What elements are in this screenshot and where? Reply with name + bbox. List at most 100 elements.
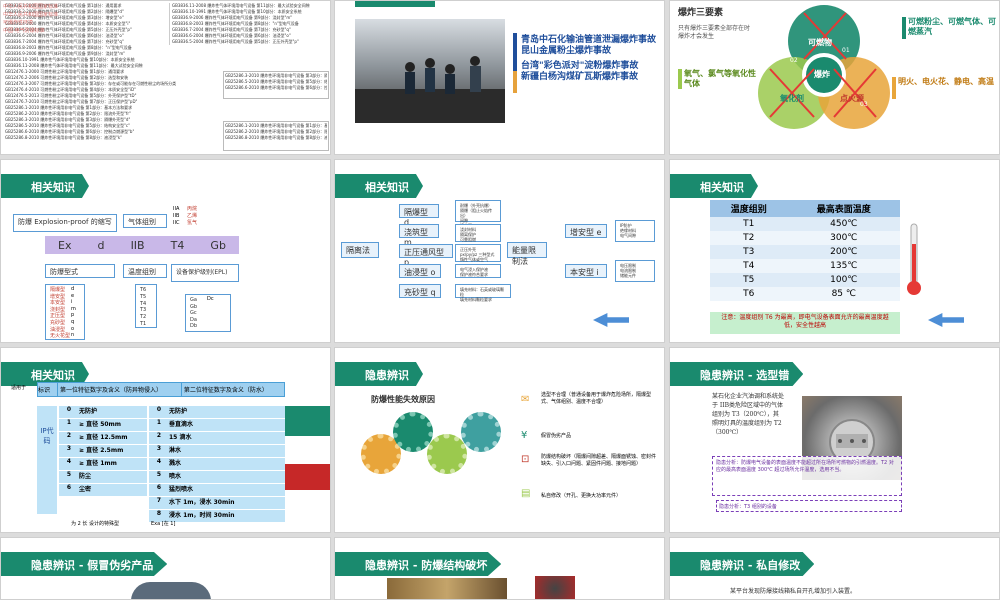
section-tag: 相关知识 xyxy=(670,174,758,198)
type-m: 浇筑型 m xyxy=(399,224,439,247)
stamp-line: 中华人民共和国国家标准 xyxy=(3,12,59,18)
slide-accidents[interactable]: 青岛中石化输油管道泄漏爆炸事故 昆山金属粉尘爆炸事故 台湾"彩色派对"淀粉爆炸事… xyxy=(334,0,665,155)
table-row: 6 尘密 xyxy=(59,484,147,496)
header-code: 标识 xyxy=(37,382,58,397)
type-code: d xyxy=(71,286,75,292)
slide-failure-causes[interactable]: 隐患辨识 防爆性能失效原因 ✉ 选型不合理（普通设备用于爆炸危险场所，隔爆型式、… xyxy=(334,347,665,533)
section-tag: 隐患辨识 - 防爆结构破坏 xyxy=(335,552,502,576)
energy-limit-method: 能量限制法 xyxy=(507,242,547,266)
section-tag: 相关知识 xyxy=(1,174,89,198)
slide-ip-code[interactable]: 相关知识 适用于 标识 第一位特征数字及含义（防异物侵入） 第二位特征数字及含义… xyxy=(0,347,331,533)
cell: T3 xyxy=(743,247,755,257)
cell: 2 xyxy=(66,432,72,439)
back-arrow-icon[interactable] xyxy=(928,313,964,327)
table-row: T6 85 ℃ xyxy=(710,287,900,301)
type-code: q xyxy=(71,318,75,325)
slide-temperature-class[interactable]: 相关知识 温度组别 最高表面温度 T1 450℃ T2 300℃ T3 200℃ T4… xyxy=(669,159,1000,343)
hazard-analysis-extra: 隐患分析：T3 组别的设备 xyxy=(716,500,902,512)
section-tag: 隐患辨识 xyxy=(335,362,423,386)
q-notes: 填充材料：石英或玻璃颗粒 填充材料颗粒要求 xyxy=(455,284,511,302)
solid-column: 0 无防护 1 ≥ 直径 50mm 2 ≥ 直径 12.5mm 3 ≥ 直径 2.5mm… xyxy=(59,406,147,497)
hazard-analysis: 隐患分析：防爆电气设备的表面温度不能超过所在场所可燃物的引燃温度。T2 对应的最… xyxy=(712,456,902,496)
slide-private-modification[interactable]: 隐患辨识 - 私自修改 某平台发现防爆接线箱私自开孔增加引入装置。 xyxy=(669,537,1000,600)
type-title: 防爆型式 xyxy=(45,264,115,278)
type-code: o xyxy=(71,325,75,332)
header-solid: 第一位特征数字及含义（防异物侵入） xyxy=(57,382,182,397)
standards-stamp: 中华人民共和国国家标准 中华人民共和国国家标准 可爆炸性环境 中国·电气防爆标准 xyxy=(3,3,58,35)
table-row: T2 300℃ xyxy=(710,231,900,245)
table-header: 温度组别 最高表面温度 xyxy=(710,200,900,217)
marking-type: d xyxy=(97,238,105,252)
back-arrow-icon[interactable] xyxy=(593,313,629,327)
slide-structure-damage[interactable]: 隐患辨识 - 防爆结构破坏 xyxy=(334,537,665,600)
temp-item: T6 xyxy=(140,287,147,293)
oxidizer-label: 氧化剂 xyxy=(780,94,804,103)
cell: 水下 1m，浸水 30min xyxy=(169,499,235,506)
accent-bar xyxy=(902,17,906,39)
slide-marking[interactable]: 相关知识 防爆 Explosion-proof 的缩写 气体组别 IIA IIB… xyxy=(0,159,331,343)
temp-item: T3 xyxy=(140,307,147,314)
standard-line: GB25286.6-2010 爆炸性环境用非电气设备 第6部分：控制点燃源型"b… xyxy=(225,85,327,90)
cell: 1 xyxy=(66,419,72,426)
cell: 1 xyxy=(156,419,162,426)
note: 填充材料：石英或玻璃颗粒 xyxy=(460,287,504,297)
o-notes: 电气浸入保护液 保护液符合要求 xyxy=(455,264,501,278)
note: 填充材料颗粒要求 xyxy=(460,297,492,302)
marking-epl: Gb xyxy=(210,238,226,252)
table-row: 0 无防护 xyxy=(149,406,285,418)
type-q: 充砂型 q xyxy=(399,284,441,298)
epl-item: Dc xyxy=(207,296,214,302)
table-row: 5 喷水 xyxy=(149,471,285,483)
cell: 300℃ xyxy=(830,233,858,243)
cell: 85 ℃ xyxy=(831,289,856,299)
slide-counterfeit[interactable]: 隐患辨识 - 假冒伪劣产品 xyxy=(0,537,331,600)
note: 可靠阻燃 xyxy=(460,237,476,242)
accent-bar xyxy=(513,71,517,93)
table-row: 7 水下 1m，浸水 30min xyxy=(149,497,285,509)
table-row: T4 135℃ xyxy=(710,259,900,273)
envelope-icon: ✉ xyxy=(521,394,530,405)
ip-label: IP代码 xyxy=(37,406,57,514)
cell: ≥ 直径 50mm xyxy=(79,421,122,428)
cell: 防尘 xyxy=(79,473,92,480)
slide-three-elements[interactable]: 爆炸三要素 只有爆炸三要素全部存在时爆炸才会发生 可燃物 爆炸 氧化剂 点火源 … xyxy=(669,0,1000,155)
slide-wrong-selection[interactable]: 隐患辨识 - 选型错 某石化企业汽油调和系统处于 IIB类危险区域中的气体组别为… xyxy=(669,347,1000,533)
table-header: 标识 第一位特征数字及含义（防异物侵入） 第二位特征数字及含义（防水） xyxy=(37,382,286,397)
cell: 15 滴水 xyxy=(169,434,192,441)
cell: 450℃ xyxy=(830,219,858,229)
slide-standards[interactable]: GB3836.1-2000 爆炸性气体环境用电气设备 第1部分：通用要求 GB3… xyxy=(0,0,331,155)
type-p: 正压通风型 p xyxy=(399,244,453,267)
note: 惰性气体或空气 xyxy=(460,257,488,262)
accident-item: 新疆白杨沟煤矿瓦斯爆炸事故 xyxy=(521,72,639,82)
table-row: 0 无防护 xyxy=(59,406,147,418)
type-list: 隔爆型 增安型 本安型 浇封型 正压型 充砂型 油浸型 无火花型 xyxy=(45,284,85,340)
decor-block xyxy=(285,406,330,436)
cell: 5 xyxy=(156,471,162,478)
cell: 垂直滴水 xyxy=(169,421,194,428)
standards-box-2: GB25286.1-2010 爆炸性环境用非电气设备 第1部分：基本方法和要求 … xyxy=(223,121,329,151)
cell: 5 xyxy=(66,471,72,478)
top-bar xyxy=(355,1,435,7)
section-tag: 隐患辨识 - 假冒伪劣产品 xyxy=(1,552,168,576)
table-row: 6 猛烈喷水 xyxy=(149,484,285,496)
standard-line: GB25286.8-2010 爆炸性环境用非电气设备 第8部分：液浸型"k" xyxy=(5,135,123,140)
standards-list-right: GB3836.11-2008 爆炸性气体环境用电气设备 第11部分：最大试验安全… xyxy=(169,3,329,45)
accident-item: 台湾"彩色派对"淀粉爆炸事故 xyxy=(521,61,639,71)
gas-group-code: IIA xyxy=(173,206,180,212)
cell: 4 xyxy=(156,458,162,465)
marking-group: IIB xyxy=(130,238,145,252)
table-row: 3 ≥ 直径 2.5mm xyxy=(59,445,147,457)
type-e: 增安型 e xyxy=(565,224,607,238)
accent-bar xyxy=(678,69,682,89)
epl-item: Gb xyxy=(190,303,198,310)
slide-protection-methods[interactable]: 相关知识 隔离法 隔爆型 d 浇筑型 m 正压通风型 p 油浸型 o 充砂型 q… xyxy=(334,159,665,343)
exproof-abbrev-box: 防爆 Explosion-proof 的缩写 xyxy=(13,214,117,232)
section-title: 防爆性能失效原因 xyxy=(371,395,435,404)
gear-icon xyxy=(427,434,467,474)
cell: 7 xyxy=(156,497,162,504)
temp-item: T4 xyxy=(140,300,147,307)
gas-example: 乙烯 xyxy=(187,213,198,219)
temp-item: T2 xyxy=(140,314,147,321)
slide-description: 只有爆炸三要素全部存在时爆炸才会发生 xyxy=(678,25,751,40)
gas-group-box: 气体组别 xyxy=(123,214,167,228)
